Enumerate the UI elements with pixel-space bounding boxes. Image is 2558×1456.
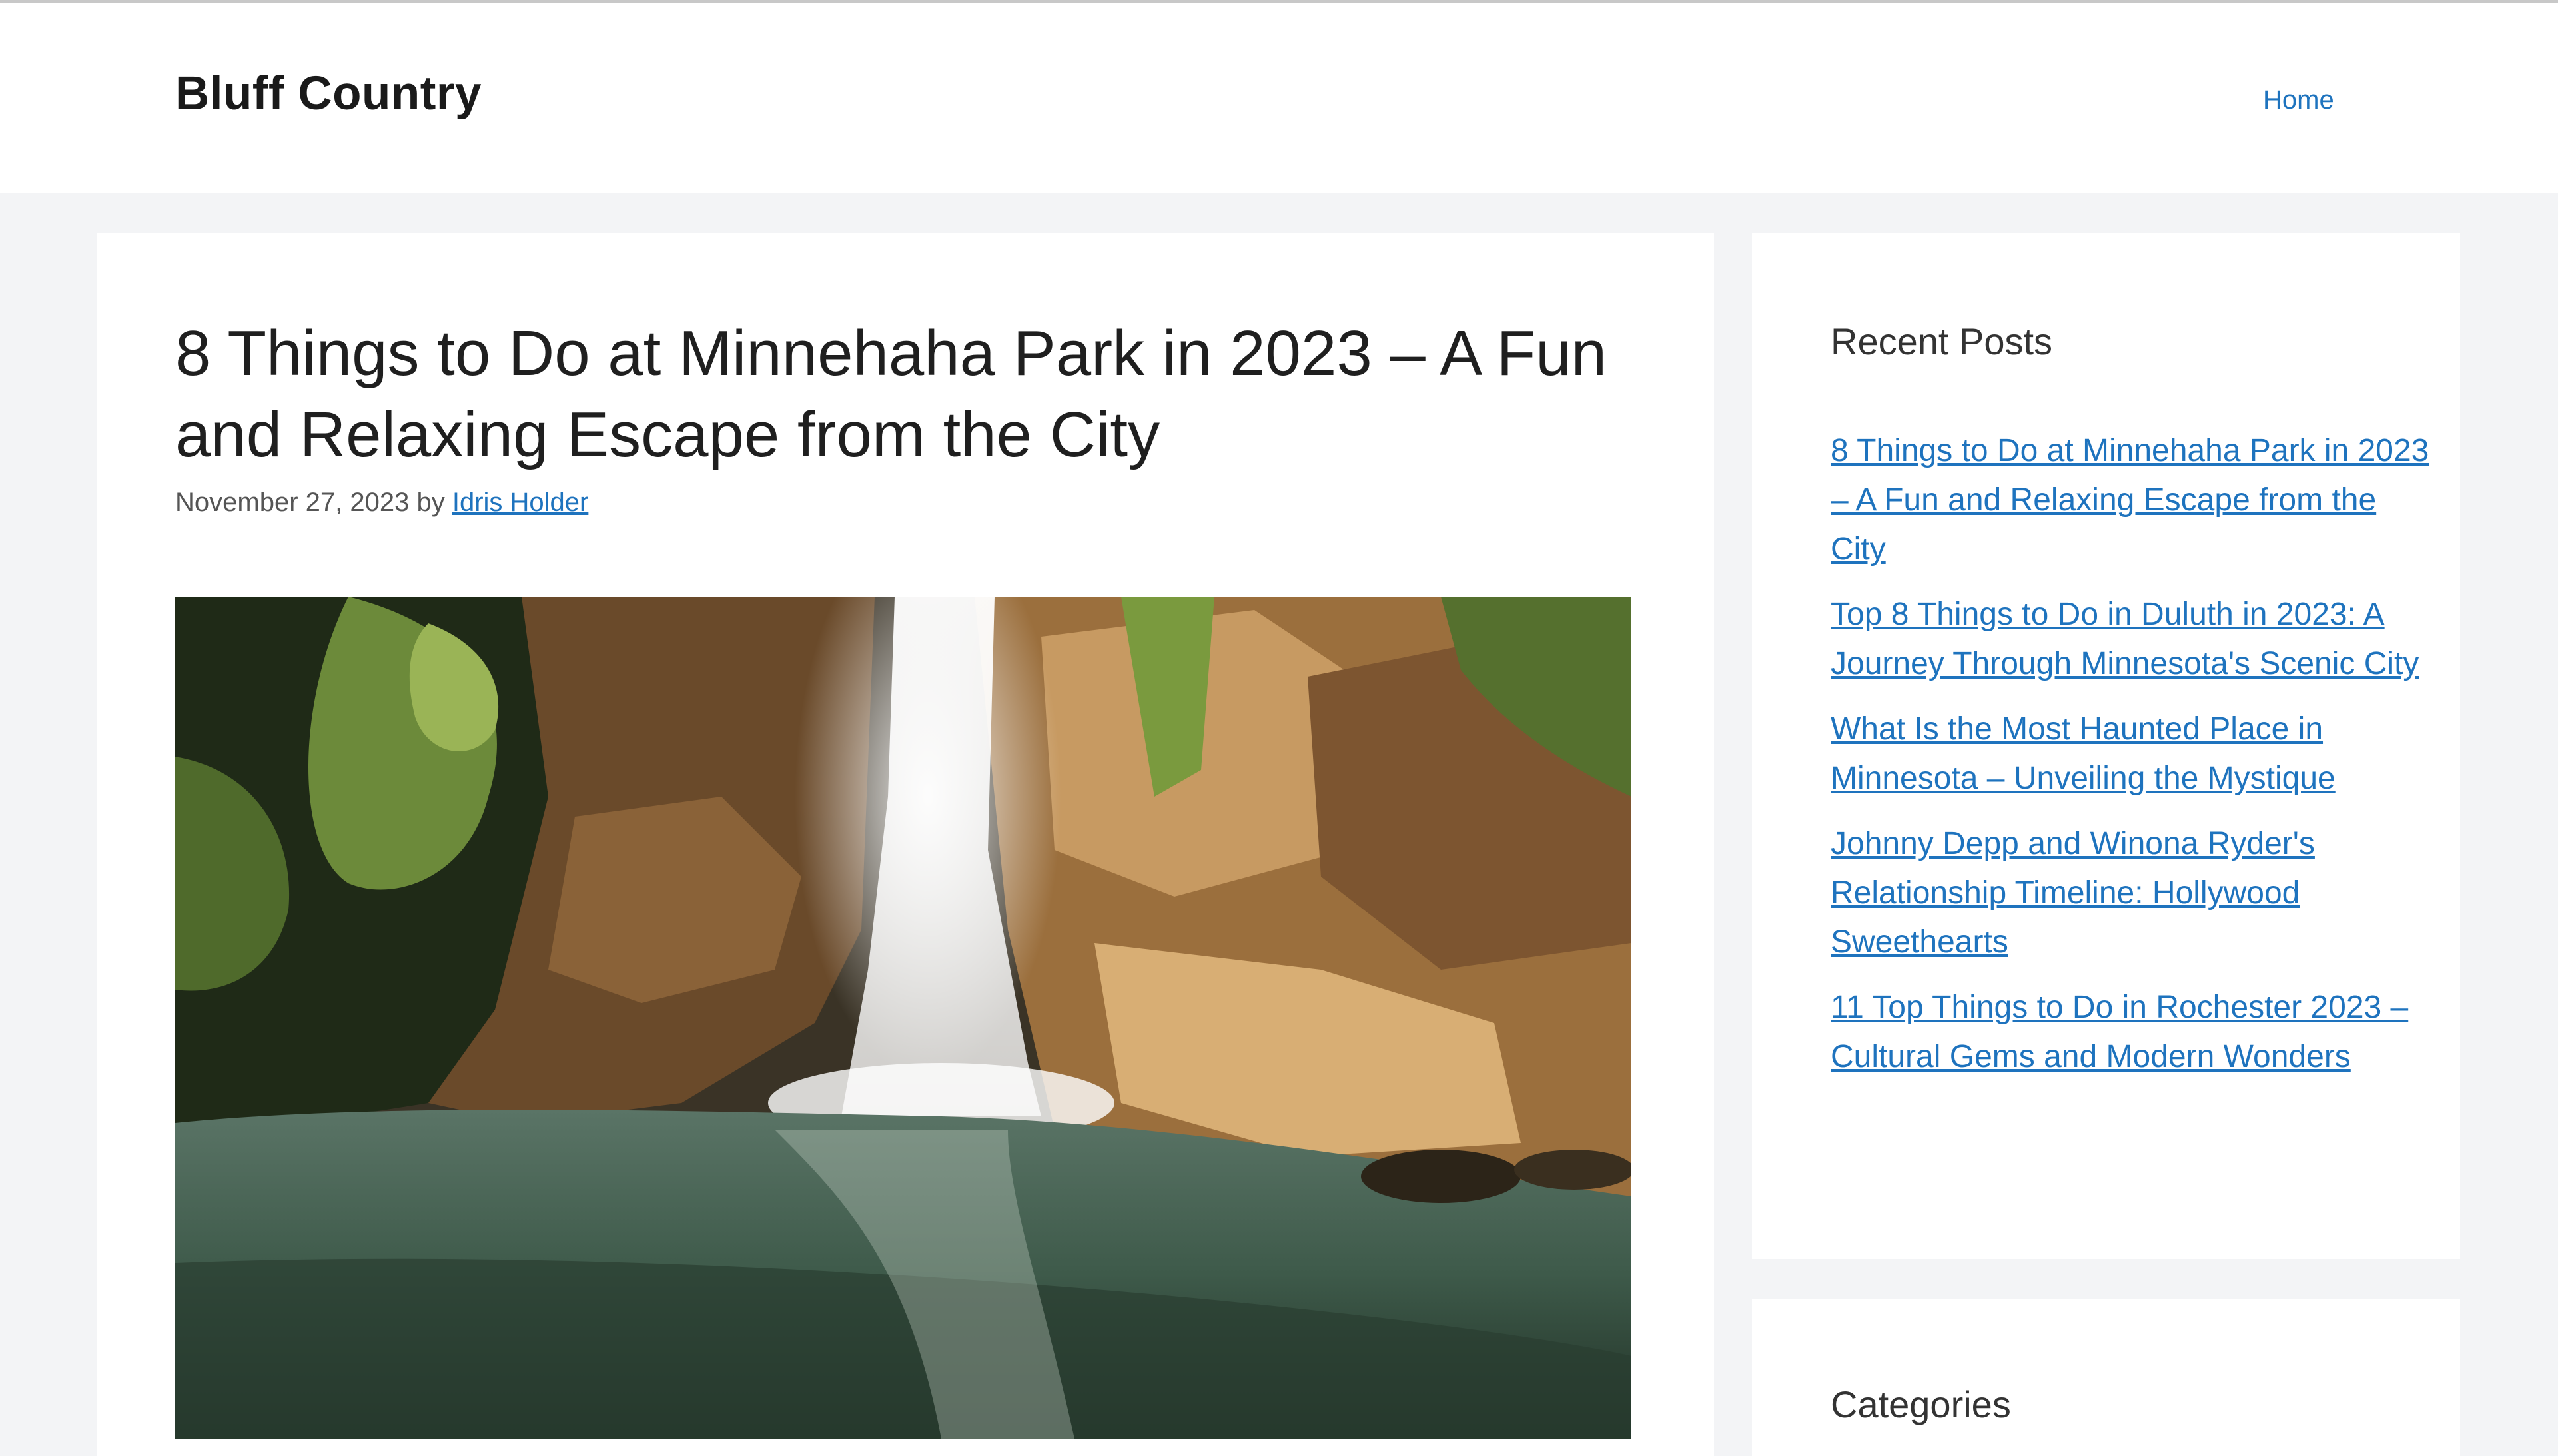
list-item: 8 Things to Do at Minnehaha Park in 2023… bbox=[1831, 426, 2430, 574]
article-by-label: by bbox=[416, 488, 445, 517]
recent-post-link[interactable]: 8 Things to Do at Minnehaha Park in 2023… bbox=[1831, 433, 2429, 567]
site-header: Bluff Country Home bbox=[0, 3, 2558, 193]
article-meta: November 27, 2023 by Idris Holder bbox=[175, 488, 588, 518]
recent-posts-list: 8 Things to Do at Minnehaha Park in 2023… bbox=[1831, 426, 2430, 1098]
list-item: Top 8 Things to Do in Duluth in 2023: A … bbox=[1831, 590, 2430, 689]
author-link[interactable]: Idris Holder bbox=[452, 488, 589, 517]
list-item: What Is the Most Haunted Place in Minnes… bbox=[1831, 705, 2430, 803]
recent-post-link[interactable]: What Is the Most Haunted Place in Minnes… bbox=[1831, 711, 2336, 796]
featured-image bbox=[175, 597, 1631, 1439]
article-card: 8 Things to Do at Minnehaha Park in 2023… bbox=[97, 233, 1714, 1456]
list-item: 11 Top Things to Do in Rochester 2023 – … bbox=[1831, 983, 2430, 1082]
waterfall-photo-icon bbox=[175, 597, 1631, 1439]
recent-posts-title: Recent Posts bbox=[1831, 320, 2053, 362]
site-title-link[interactable]: Bluff Country bbox=[175, 67, 482, 121]
categories-title: Categories bbox=[1831, 1383, 2011, 1425]
recent-post-link[interactable]: Johnny Depp and Winona Ryder's Relations… bbox=[1831, 826, 2315, 960]
list-item: Johnny Depp and Winona Ryder's Relations… bbox=[1831, 819, 2430, 967]
article-date: November 27, 2023 bbox=[175, 488, 410, 517]
categories-widget: Categories bbox=[1752, 1299, 2460, 1456]
recent-posts-widget: Recent Posts 8 Things to Do at Minnehaha… bbox=[1752, 233, 2460, 1259]
recent-post-link[interactable]: 11 Top Things to Do in Rochester 2023 – … bbox=[1831, 990, 2408, 1074]
nav-home-link[interactable]: Home bbox=[2263, 85, 2334, 115]
article-title: 8 Things to Do at Minnehaha Park in 2023… bbox=[175, 318, 1607, 470]
recent-post-link[interactable]: Top 8 Things to Do in Duluth in 2023: A … bbox=[1831, 597, 2419, 681]
